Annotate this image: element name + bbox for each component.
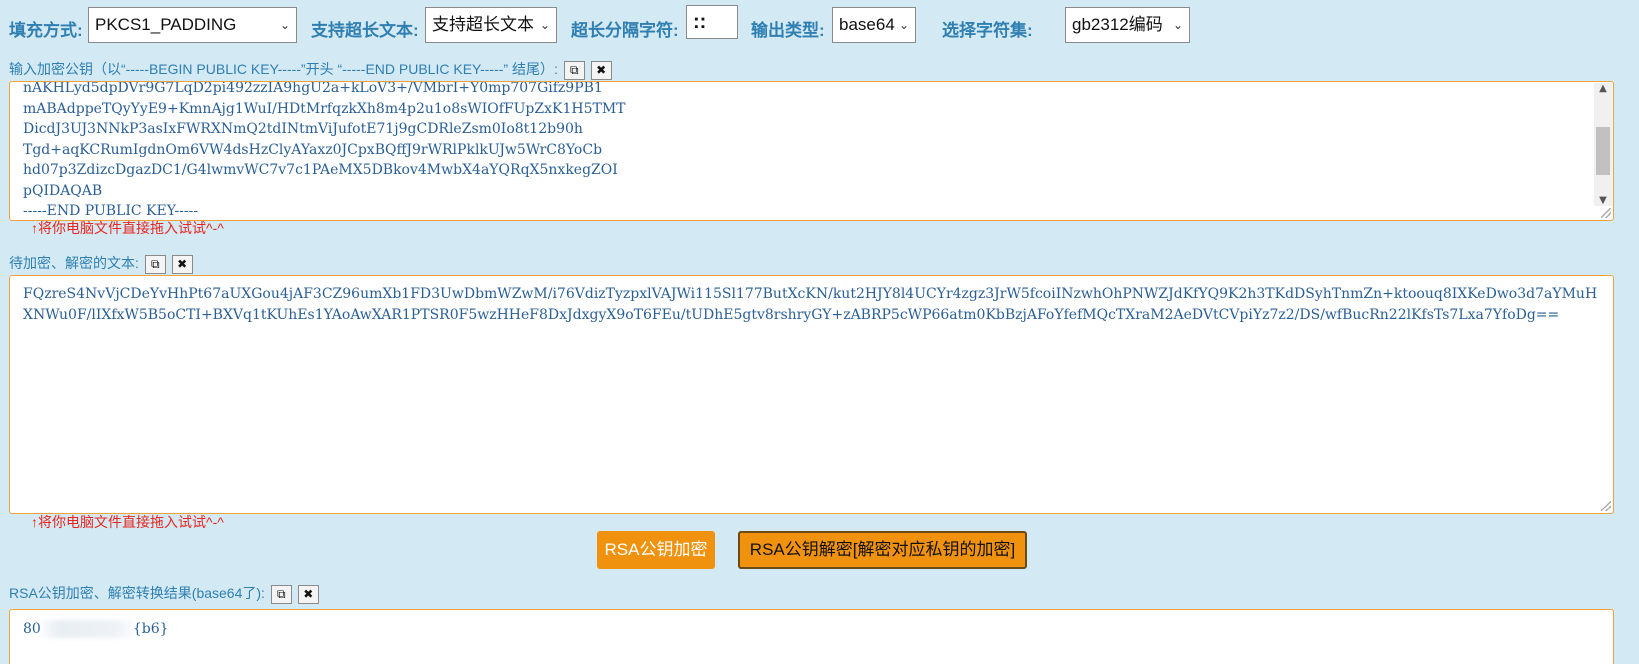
public-key-line: pQIDAQAB	[23, 182, 103, 199]
separator-input[interactable]: ::	[686, 5, 738, 39]
output-type-select-value: base64	[839, 15, 895, 34]
public-key-line: hd07p3ZdizcDgazDC1/G4lwmvWC7v7c1PAeMX5DB…	[23, 162, 618, 178]
input-text-drop-hint: ↑将你电脑文件直接拖入试试^-^	[31, 514, 224, 530]
resize-handle-icon[interactable]	[1601, 501, 1611, 511]
public-key-content: nAKHLyd5dpDVr9G7LqD2pi492zzIA9hgU2a+kLoV…	[10, 81, 1613, 220]
longtext-select[interactable]: 支持超长文本 ⌄	[425, 7, 557, 43]
rsa-decrypt-button[interactable]: RSA公钥解密[解密对应私钥的加密]	[738, 531, 1027, 569]
public-key-textarea[interactable]: nAKHLyd5dpDVr9G7LqD2pi492zzIA9hgU2a+kLoV…	[9, 81, 1614, 221]
copy-icon[interactable]: ⧉	[144, 254, 166, 274]
longtext-label: 支持超长文本:	[311, 21, 419, 40]
close-icon[interactable]: ✖	[590, 60, 612, 80]
chevron-down-icon: ⌄	[539, 18, 550, 32]
charset-select-value: gb2312编码	[1072, 15, 1163, 34]
public-key-line: mABAdppeTQyYyE9+KmnAjg1WuI/HDtMrfqzkXh8m…	[23, 100, 626, 117]
copy-icon[interactable]: ⧉	[270, 584, 292, 604]
result-textarea[interactable]: 80 {b6}	[9, 609, 1614, 664]
public-key-drop-hint: ↑将你电脑文件直接拖入试试^-^	[31, 220, 224, 236]
separator-label: 超长分隔字符:	[571, 21, 679, 40]
redacted-region	[40, 620, 133, 638]
public-key-line: DicdJ3UJ3NNkP3asIxFWRXNmQ2tdINtmViJufotE…	[23, 121, 583, 137]
public-key-scrollbar[interactable]: ▲ ▼	[1594, 83, 1612, 206]
rsa-tool-page: 填充方式: PKCS1_PADDING ⌄ 支持超长文本: 支持超长文本 ⌄ 超…	[0, 0, 1639, 664]
result-value-prefix: 80	[23, 621, 41, 637]
public-key-line: -----END PUBLIC KEY-----	[23, 203, 199, 219]
public-key-line: Tgd+aqKCRumIgdnOm6VW4dsHzClyAYaxz0JCpxBQ…	[23, 141, 603, 158]
charset-label: 选择字符集:	[942, 21, 1033, 40]
copy-icon[interactable]: ⧉	[563, 60, 585, 80]
input-text-label-row: 待加密、解密的文本: ⧉ ✖	[9, 253, 193, 274]
result-content: 80 {b6}	[10, 610, 1613, 640]
resize-handle-icon[interactable]	[1601, 208, 1611, 218]
public-key-label-row: 输入加密公钥（以“-----BEGIN PUBLIC KEY-----”开头 “…	[9, 59, 612, 80]
close-icon[interactable]: ✖	[171, 254, 193, 274]
public-key-line: nAKHLyd5dpDVr9G7LqD2pi492zzIA9hgU2a+kLoV…	[23, 81, 603, 96]
scrollbar-thumb[interactable]	[1596, 127, 1610, 175]
chevron-down-icon: ⌄	[898, 18, 909, 32]
padding-select[interactable]: PKCS1_PADDING ⌄	[88, 7, 297, 43]
result-label-row: RSA公钥加密、解密转换结果(base64了): ⧉ ✖	[9, 583, 319, 604]
scroll-up-icon[interactable]: ▲	[1594, 83, 1612, 94]
close-icon[interactable]: ✖	[297, 584, 319, 604]
padding-label: 填充方式:	[9, 21, 83, 40]
longtext-select-value: 支持超长文本	[432, 15, 534, 34]
input-text-textarea[interactable]: FQzreS4NvVjCDeYvHhPt67aUXGou4jAF3CZ96umX…	[9, 275, 1614, 514]
padding-select-value: PKCS1_PADDING	[95, 15, 237, 34]
rsa-encrypt-button[interactable]: RSA公钥加密	[597, 531, 715, 569]
result-label: RSA公钥加密、解密转换结果(base64了):	[9, 585, 265, 601]
chevron-down-icon: ⌄	[279, 18, 290, 32]
chevron-down-icon: ⌄	[1172, 18, 1183, 32]
public-key-label: 输入加密公钥（以“-----BEGIN PUBLIC KEY-----”开头 “…	[9, 61, 558, 77]
output-type-label: 输出类型:	[751, 21, 825, 40]
input-text-label: 待加密、解密的文本:	[9, 255, 139, 271]
scroll-down-icon[interactable]: ▼	[1594, 195, 1612, 206]
charset-select[interactable]: gb2312编码 ⌄	[1065, 7, 1190, 43]
output-type-select[interactable]: base64 ⌄	[832, 7, 916, 43]
input-text-content: FQzreS4NvVjCDeYvHhPt67aUXGou4jAF3CZ96umX…	[23, 286, 1598, 323]
result-value-suffix: {b6}	[132, 621, 169, 637]
